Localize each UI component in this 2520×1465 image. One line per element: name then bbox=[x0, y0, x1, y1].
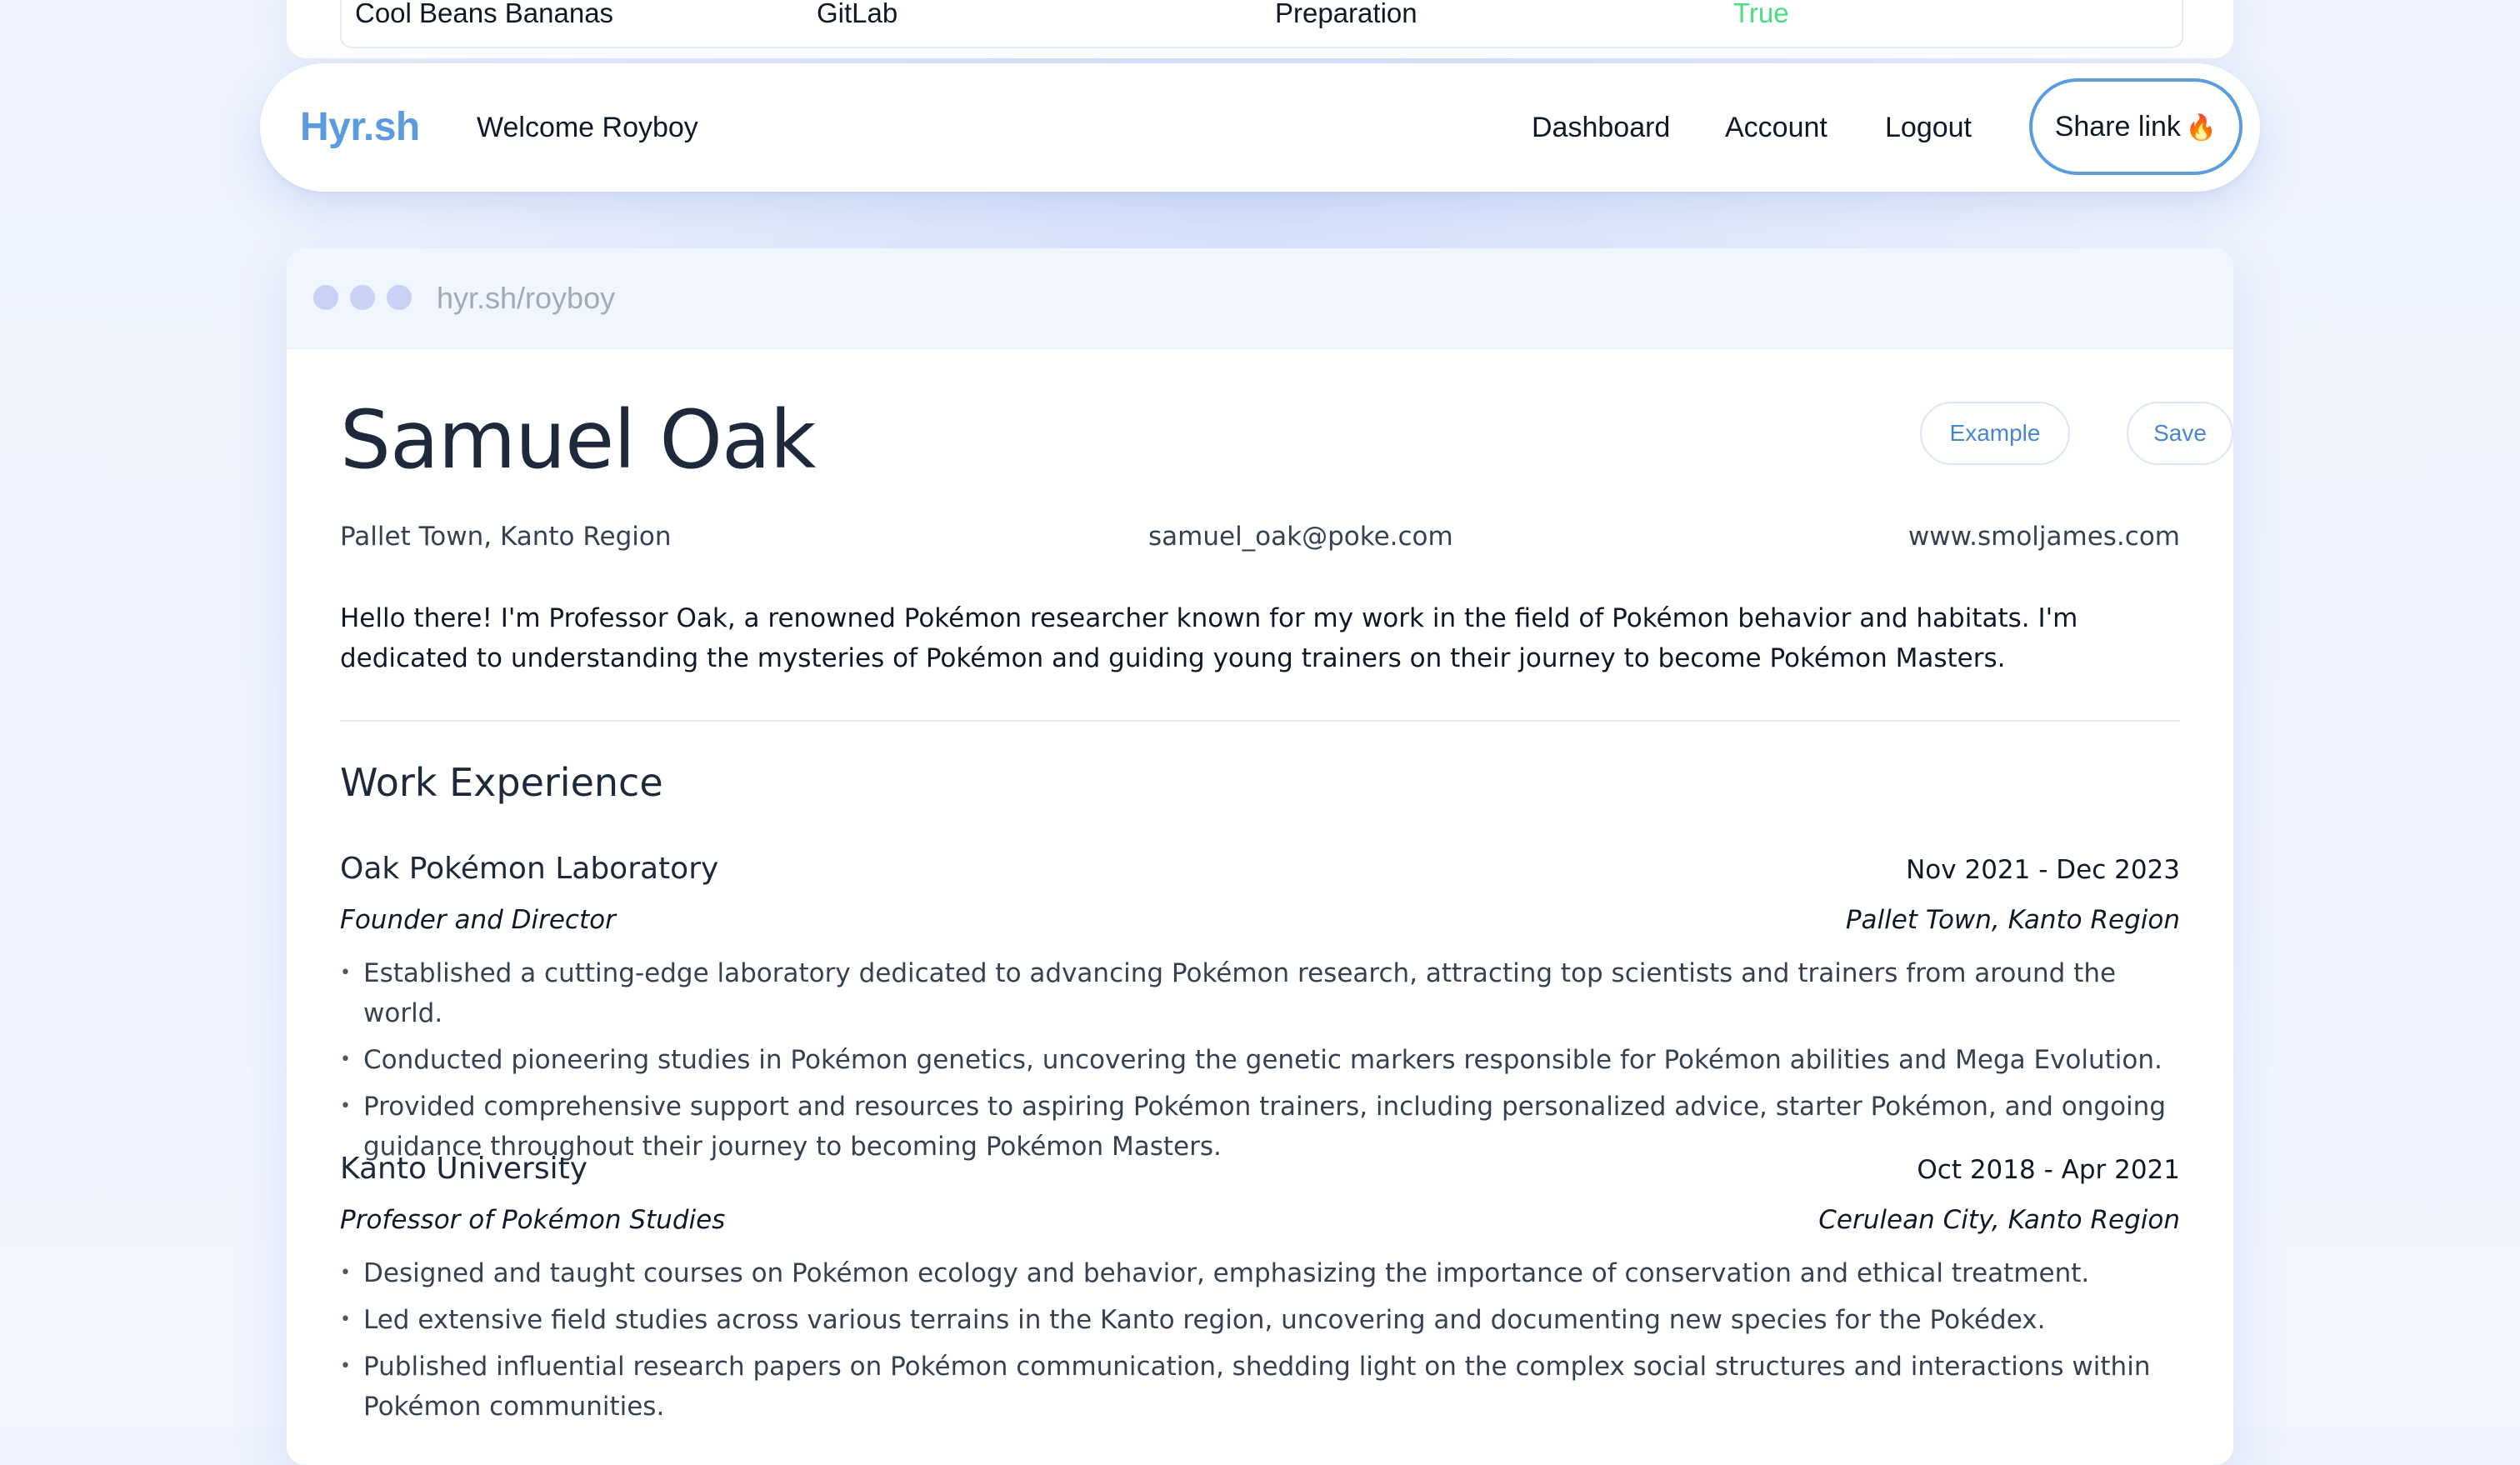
resume-name: Samuel Oak bbox=[340, 393, 816, 487]
navbar: Hyr.sh Welcome Royboy Dashboard Account … bbox=[260, 63, 2260, 192]
share-link-button[interactable]: Share link 🔥 bbox=[2029, 78, 2242, 175]
job-company: Oak Pokémon Laboratory bbox=[340, 852, 719, 886]
work-experience-heading: Work Experience bbox=[340, 760, 663, 805]
table-cell-name: Cool Beans Bananas bbox=[355, 0, 614, 28]
window-dot-icon bbox=[350, 285, 375, 310]
table-cell-status: True bbox=[1733, 0, 1789, 28]
table-row[interactable]: Cool Beans Bananas GitLab Preparation Tr… bbox=[340, 0, 2183, 48]
contact-email: samuel_oak@poke.com bbox=[1148, 522, 1453, 552]
job-location: Pallet Town, Kanto Region bbox=[1845, 905, 2180, 935]
nav-logout-link[interactable]: Logout bbox=[1885, 63, 1972, 192]
job-title: Professor of Pokémon Studies bbox=[340, 1205, 726, 1235]
job-bullets: Established a cutting-edge laboratory de… bbox=[340, 953, 2180, 1167]
job-bullet: Conducted pioneering studies in Pokémon … bbox=[340, 1040, 2180, 1080]
example-button[interactable]: Example bbox=[1920, 402, 2070, 465]
nav-account-link[interactable]: Account bbox=[1725, 63, 1828, 192]
flame-icon: 🔥 bbox=[2185, 114, 2218, 142]
job-entry: Oak Pokémon Laboratory Nov 2021 - Dec 20… bbox=[340, 852, 2180, 1167]
table-cell-source: GitLab bbox=[817, 0, 898, 28]
section-divider bbox=[340, 720, 2180, 722]
resume-preview-window: hyr.sh/royboy Samuel Oak Example Save Pa… bbox=[287, 248, 2233, 1465]
job-dates: Nov 2021 - Dec 2023 bbox=[1906, 855, 2180, 885]
contact-website: www.smoljames.com bbox=[1908, 522, 2180, 552]
job-bullet: Led extensive field studies across vario… bbox=[340, 1300, 2180, 1340]
job-dates: Oct 2018 - Apr 2021 bbox=[1917, 1155, 2180, 1185]
job-bullet: Designed and taught courses on Pokémon e… bbox=[340, 1253, 2180, 1293]
window-dot-icon bbox=[387, 285, 412, 310]
contact-location: Pallet Town, Kanto Region bbox=[340, 522, 672, 552]
resume-url[interactable]: hyr.sh/royboy bbox=[437, 248, 615, 348]
table-cell-stage: Preparation bbox=[1275, 0, 1418, 28]
browser-address-bar: hyr.sh/royboy bbox=[287, 248, 2233, 349]
job-bullets: Designed and taught courses on Pokémon e… bbox=[340, 1253, 2180, 1427]
job-location: Cerulean City, Kanto Region bbox=[1818, 1205, 2180, 1235]
share-link-label: Share link bbox=[2054, 111, 2181, 142]
resume-summary: Hello there! I'm Professor Oak, a renown… bbox=[340, 603, 2078, 673]
nav-dashboard-link[interactable]: Dashboard bbox=[1532, 63, 1670, 192]
job-company: Kanto University bbox=[340, 1152, 588, 1186]
save-button[interactable]: Save bbox=[2127, 402, 2233, 465]
welcome-message: Welcome Royboy bbox=[477, 112, 698, 143]
job-title: Founder and Director bbox=[340, 905, 616, 935]
job-entry: Kanto University Oct 2018 - Apr 2021 Pro… bbox=[340, 1152, 2180, 1427]
job-bullet: Published influential research papers on… bbox=[340, 1347, 2180, 1427]
job-bullet: Established a cutting-edge laboratory de… bbox=[340, 953, 2180, 1033]
window-dot-icon bbox=[313, 285, 338, 310]
logo[interactable]: Hyr.sh bbox=[300, 63, 420, 192]
